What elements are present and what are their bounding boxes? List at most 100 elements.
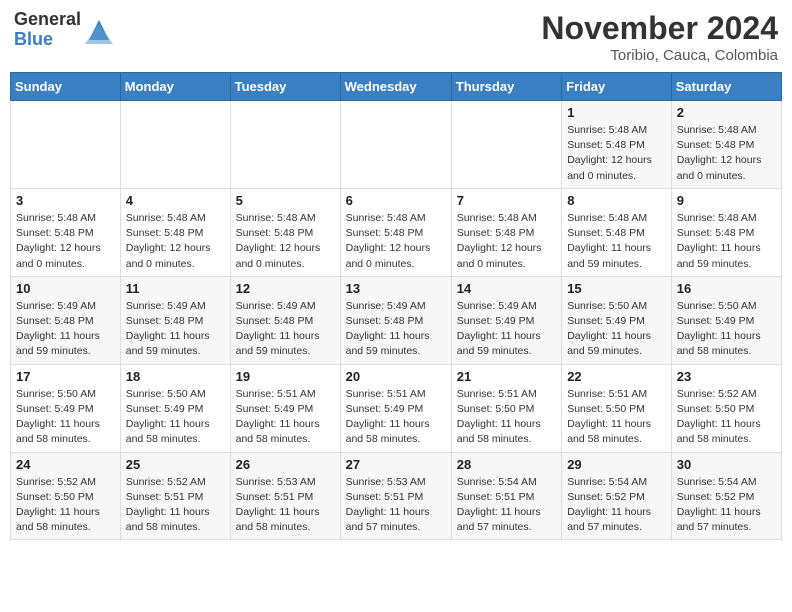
day-info: Sunrise: 5:53 AM Sunset: 5:51 PM Dayligh… [346,475,446,536]
logo: General Blue [14,10,113,50]
day-number: 17 [16,369,115,384]
calendar-body: 1 Sunrise: 5:48 AM Sunset: 5:48 PM Daylig… [11,101,782,540]
day-info: Sunrise: 5:49 AM Sunset: 5:48 PM Dayligh… [16,299,115,360]
calendar-cell: 7 Sunrise: 5:48 AM Sunset: 5:48 PM Daylig… [451,188,561,276]
day-number: 30 [677,457,776,472]
logo-blue: Blue [14,30,81,50]
day-number: 20 [346,369,446,384]
calendar-cell: 21Sunrise: 5:51 AM Sunset: 5:50 PM Dayli… [451,364,561,452]
logo-icon [85,16,113,44]
day-info: Sunrise: 5:49 AM Sunset: 5:49 PM Dayligh… [457,299,556,360]
week-row-4: 24 Sunrise: 5:52 AM Sunset: 5:50 PM Dayli… [11,452,782,540]
day-number: 12 [236,281,335,296]
day-header-wednesday: Wednesday [340,73,451,101]
day-header-sunday: Sunday [11,73,121,101]
calendar-cell: 8 Sunrise: 5:48 AM Sunset: 5:48 PM Daylig… [562,188,672,276]
day-number: 27 [346,457,446,472]
calendar-cell: 18Sunrise: 5:50 AM Sunset: 5:49 PM Dayli… [120,364,230,452]
calendar-cell: 28 Sunrise: 5:54 AM Sunset: 5:51 PM Dayli… [451,452,561,540]
day-info: Sunrise: 5:48 AM Sunset: 5:48 PM Dayligh… [346,211,446,272]
day-info: Sunrise: 5:54 AM Sunset: 5:52 PM Dayligh… [567,475,666,536]
day-info: Sunrise: 5:50 AM Sunset: 5:49 PM Dayligh… [677,299,776,360]
calendar-cell: 9 Sunrise: 5:48 AM Sunset: 5:48 PM Daylig… [671,188,781,276]
day-header-friday: Friday [562,73,672,101]
day-info: Sunrise: 5:48 AM Sunset: 5:48 PM Dayligh… [457,211,556,272]
day-number: 23 [677,369,776,384]
calendar-cell: 2Sunrise: 5:48 AM Sunset: 5:48 PM Daylig… [671,101,781,189]
calendar-cell [230,101,340,189]
calendar-cell: 10 Sunrise: 5:49 AM Sunset: 5:48 PM Dayli… [11,276,121,364]
calendar-cell: 11 Sunrise: 5:49 AM Sunset: 5:48 PM Dayli… [120,276,230,364]
day-number: 22 [567,369,666,384]
day-info: Sunrise: 5:48 AM Sunset: 5:48 PM Dayligh… [126,211,225,272]
day-header-monday: Monday [120,73,230,101]
calendar-cell: 16Sunrise: 5:50 AM Sunset: 5:49 PM Dayli… [671,276,781,364]
week-row-2: 10 Sunrise: 5:49 AM Sunset: 5:48 PM Dayli… [11,276,782,364]
calendar-cell: 27 Sunrise: 5:53 AM Sunset: 5:51 PM Dayli… [340,452,451,540]
calendar-cell: 6 Sunrise: 5:48 AM Sunset: 5:48 PM Daylig… [340,188,451,276]
day-number: 29 [567,457,666,472]
day-info: Sunrise: 5:52 AM Sunset: 5:50 PM Dayligh… [16,475,115,536]
day-info: Sunrise: 5:49 AM Sunset: 5:48 PM Dayligh… [236,299,335,360]
day-number: 1 [567,105,666,120]
calendar-cell: 23Sunrise: 5:52 AM Sunset: 5:50 PM Dayli… [671,364,781,452]
day-number: 2 [677,105,776,120]
calendar-cell: 3 Sunrise: 5:48 AM Sunset: 5:48 PM Daylig… [11,188,121,276]
logo-general: General [14,10,81,30]
day-number: 7 [457,193,556,208]
day-info: Sunrise: 5:48 AM Sunset: 5:48 PM Dayligh… [567,123,666,184]
title-block: November 2024 Toribio, Cauca, Colombia [541,10,778,64]
day-number: 9 [677,193,776,208]
calendar-cell: 25 Sunrise: 5:52 AM Sunset: 5:51 PM Dayli… [120,452,230,540]
calendar-cell: 1 Sunrise: 5:48 AM Sunset: 5:48 PM Daylig… [562,101,672,189]
page-header: General Blue November 2024 Toribio, Cauc… [10,10,782,64]
day-info: Sunrise: 5:48 AM Sunset: 5:48 PM Dayligh… [677,211,776,272]
calendar-header: SundayMondayTuesdayWednesdayThursdayFrid… [11,73,782,101]
calendar-cell: 24 Sunrise: 5:52 AM Sunset: 5:50 PM Dayli… [11,452,121,540]
day-number: 10 [16,281,115,296]
calendar-cell: 13 Sunrise: 5:49 AM Sunset: 5:48 PM Dayli… [340,276,451,364]
week-row-1: 3 Sunrise: 5:48 AM Sunset: 5:48 PM Daylig… [11,188,782,276]
day-number: 24 [16,457,115,472]
calendar-cell: 20Sunrise: 5:51 AM Sunset: 5:49 PM Dayli… [340,364,451,452]
day-number: 3 [16,193,115,208]
day-number: 13 [346,281,446,296]
calendar-cell [120,101,230,189]
day-info: Sunrise: 5:50 AM Sunset: 5:49 PM Dayligh… [126,387,225,448]
day-info: Sunrise: 5:51 AM Sunset: 5:50 PM Dayligh… [457,387,556,448]
day-info: Sunrise: 5:52 AM Sunset: 5:51 PM Dayligh… [126,475,225,536]
day-number: 5 [236,193,335,208]
calendar-cell: 12 Sunrise: 5:49 AM Sunset: 5:48 PM Dayli… [230,276,340,364]
day-number: 11 [126,281,225,296]
calendar-cell: 17 Sunrise: 5:50 AM Sunset: 5:49 PM Dayli… [11,364,121,452]
calendar-cell: 5 Sunrise: 5:48 AM Sunset: 5:48 PM Daylig… [230,188,340,276]
calendar-cell: 19Sunrise: 5:51 AM Sunset: 5:49 PM Dayli… [230,364,340,452]
day-info: Sunrise: 5:49 AM Sunset: 5:48 PM Dayligh… [346,299,446,360]
day-number: 14 [457,281,556,296]
day-number: 28 [457,457,556,472]
day-info: Sunrise: 5:50 AM Sunset: 5:49 PM Dayligh… [16,387,115,448]
day-header-tuesday: Tuesday [230,73,340,101]
day-header-thursday: Thursday [451,73,561,101]
logo-text: General Blue [14,10,81,50]
day-number: 6 [346,193,446,208]
calendar-cell: 30Sunrise: 5:54 AM Sunset: 5:52 PM Dayli… [671,452,781,540]
day-info: Sunrise: 5:48 AM Sunset: 5:48 PM Dayligh… [567,211,666,272]
week-row-3: 17 Sunrise: 5:50 AM Sunset: 5:49 PM Dayli… [11,364,782,452]
day-info: Sunrise: 5:50 AM Sunset: 5:49 PM Dayligh… [567,299,666,360]
calendar-cell [340,101,451,189]
location: Toribio, Cauca, Colombia [541,47,778,64]
day-info: Sunrise: 5:48 AM Sunset: 5:48 PM Dayligh… [16,211,115,272]
calendar-table: SundayMondayTuesdayWednesdayThursdayFrid… [10,72,782,540]
day-info: Sunrise: 5:49 AM Sunset: 5:48 PM Dayligh… [126,299,225,360]
day-info: Sunrise: 5:51 AM Sunset: 5:50 PM Dayligh… [567,387,666,448]
day-number: 26 [236,457,335,472]
days-of-week-row: SundayMondayTuesdayWednesdayThursdayFrid… [11,73,782,101]
day-number: 19 [236,369,335,384]
calendar-cell [11,101,121,189]
day-info: Sunrise: 5:54 AM Sunset: 5:51 PM Dayligh… [457,475,556,536]
day-number: 8 [567,193,666,208]
day-info: Sunrise: 5:48 AM Sunset: 5:48 PM Dayligh… [236,211,335,272]
day-number: 25 [126,457,225,472]
calendar-cell: 29 Sunrise: 5:54 AM Sunset: 5:52 PM Dayli… [562,452,672,540]
